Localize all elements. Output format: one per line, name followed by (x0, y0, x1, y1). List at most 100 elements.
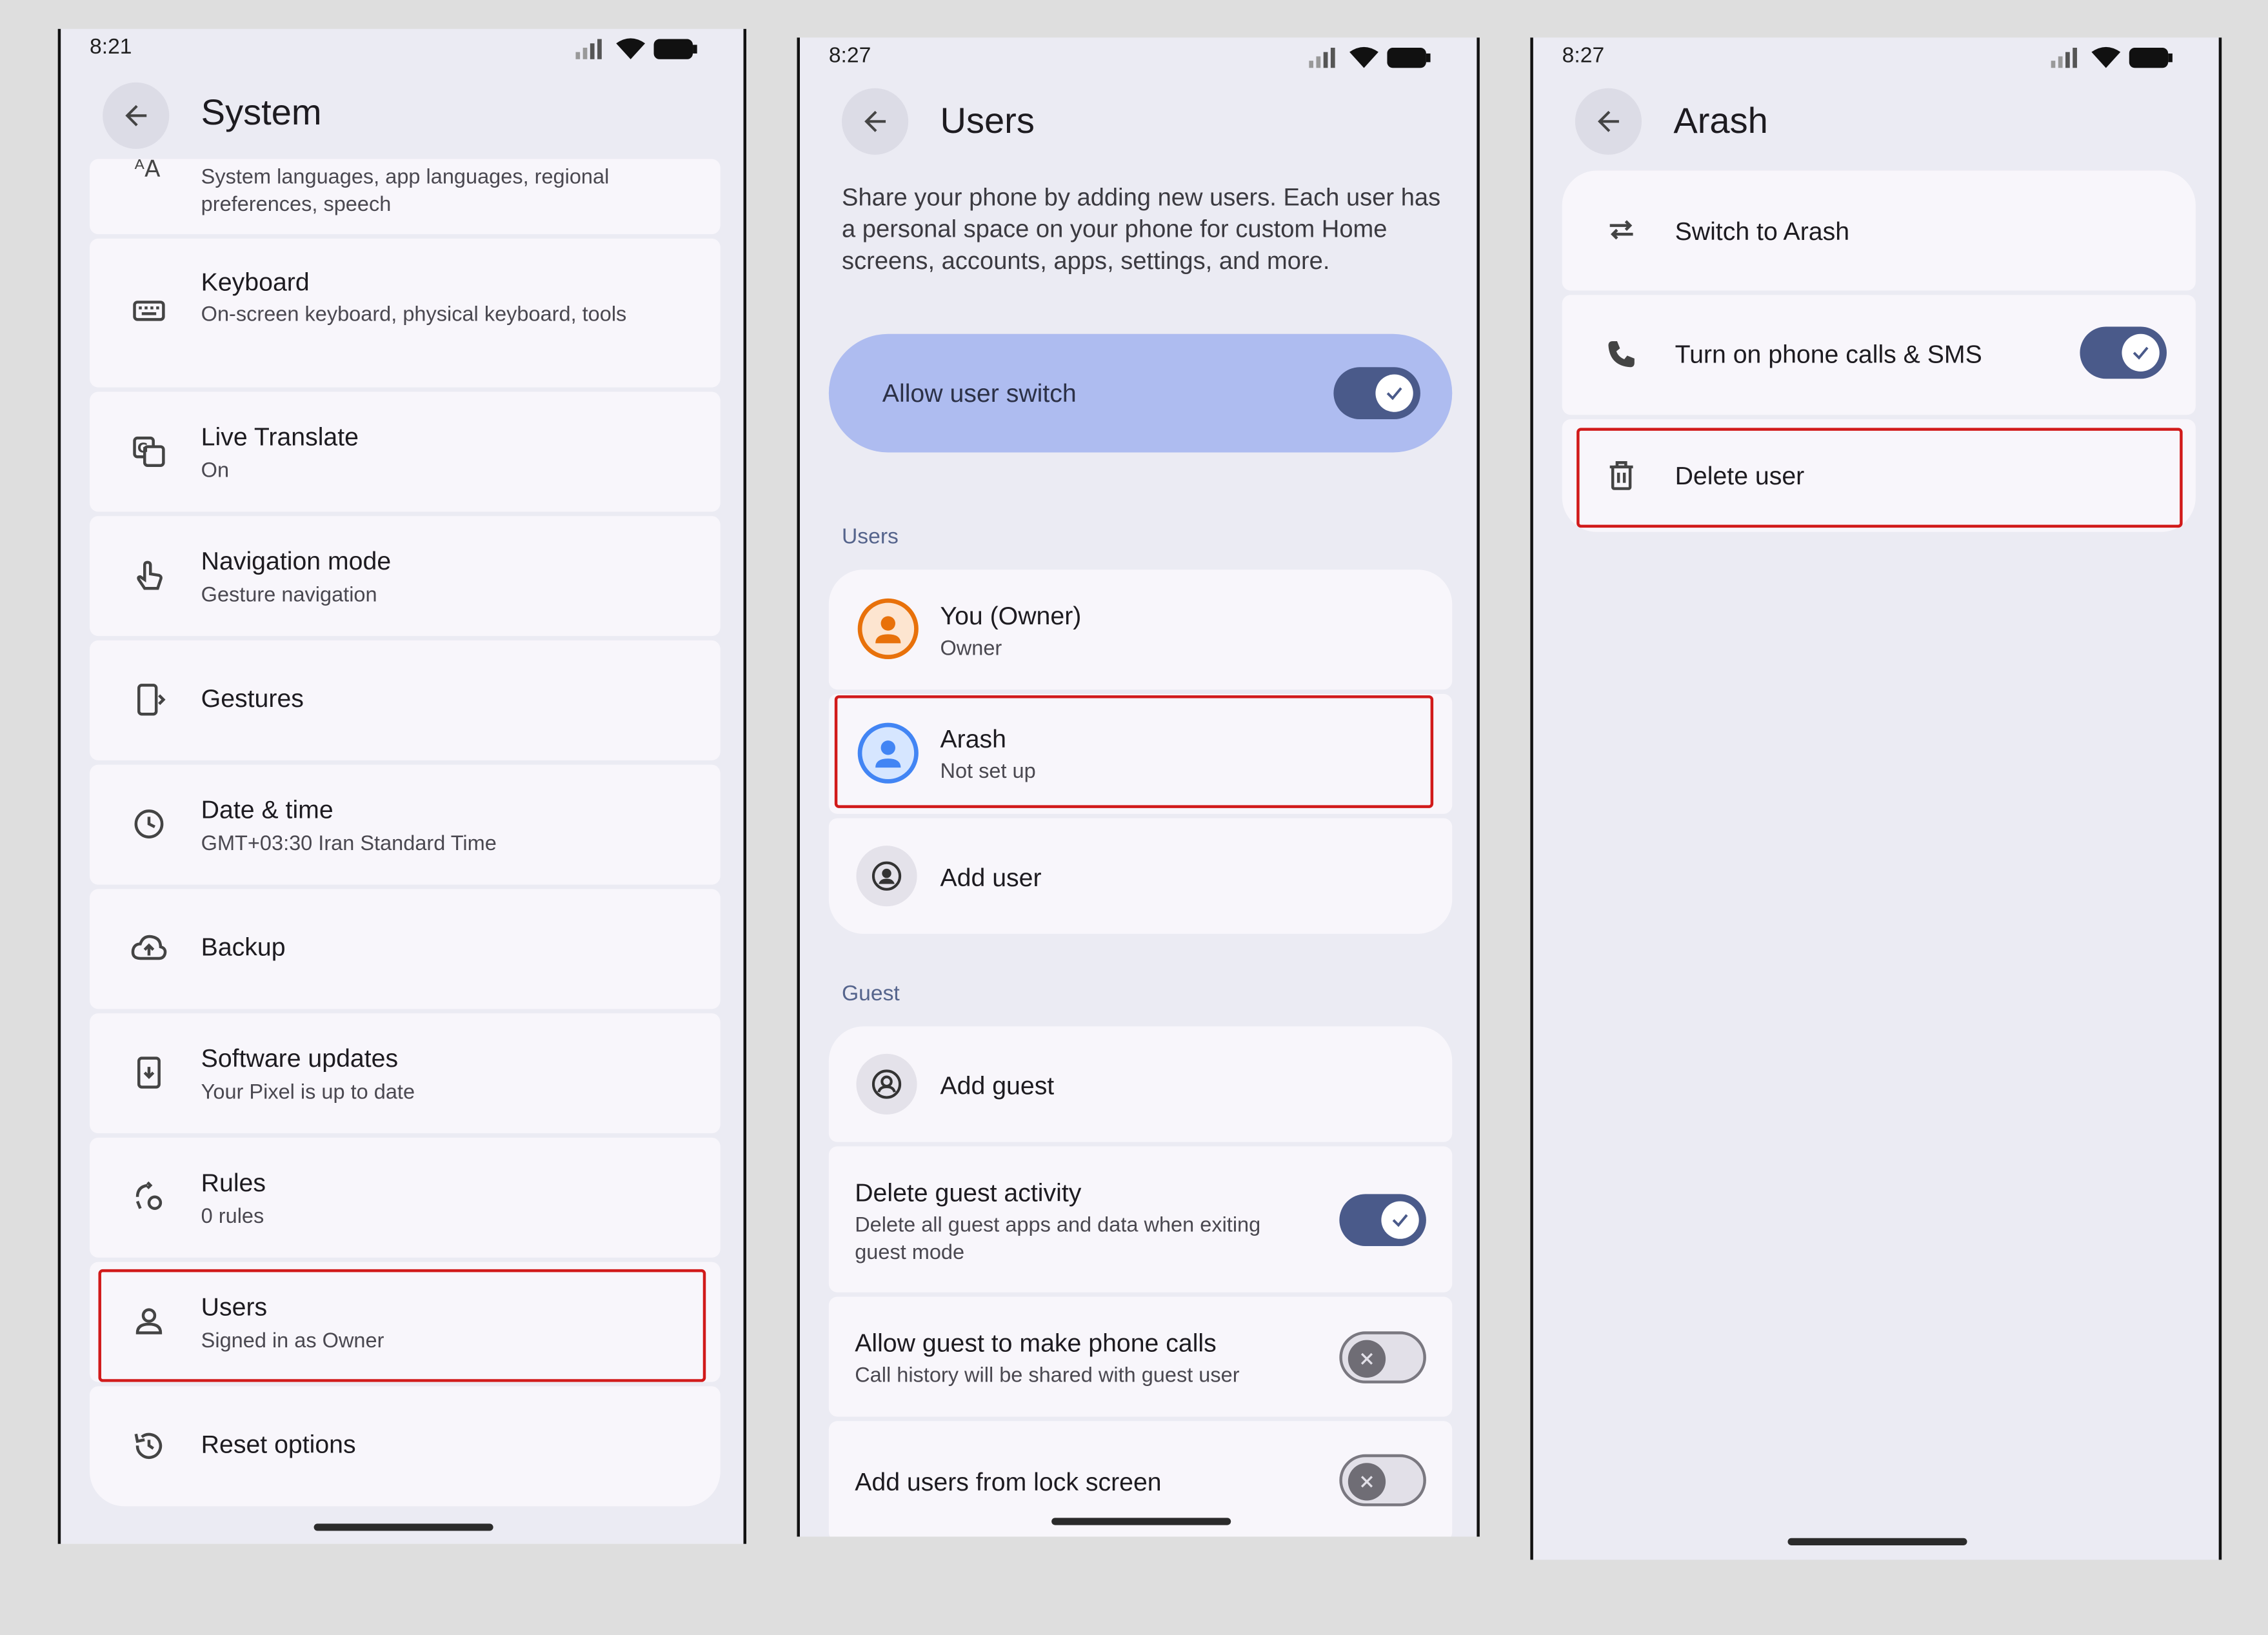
user-row-owner[interactable]: You (Owner) Owner (828, 570, 1453, 690)
settings-item-navigation-mode[interactable]: Navigation mode Gesture navigation (90, 516, 721, 637)
delete-guest-title: Delete guest activity (855, 1178, 1082, 1207)
guest-calls-subtitle: Call history will be shared with guest u… (855, 1364, 1240, 1388)
back-button[interactable] (1575, 88, 1642, 155)
guest-calls-toggle[interactable] (1339, 1331, 1426, 1383)
lock-screen-toggle[interactable] (1339, 1454, 1426, 1507)
status-bar: 8:21 (61, 29, 743, 72)
check-icon (1392, 1214, 1408, 1227)
settings-item-title: Gestures (201, 684, 304, 713)
status-icons (2051, 46, 2173, 70)
cloud-upload-icon (129, 928, 170, 969)
allow-user-switch-toggle[interactable] (1333, 367, 1420, 419)
toggle-knob (1348, 1340, 1386, 1378)
lock-screen-title: Add users from lock screen (855, 1467, 1162, 1496)
back-button[interactable] (842, 88, 909, 155)
switch-to-user-row[interactable]: Switch to Arash (1562, 170, 2196, 291)
comparison-panel: 8:21 System ᴬA System languages, app lan… (0, 0, 2268, 1635)
keyboard-icon (129, 291, 170, 332)
svg-text:G: G (137, 441, 148, 456)
settings-item-date-time[interactable]: Date & time GMT+03:30 Iran Standard Time (90, 764, 721, 885)
status-bar: 8:27 (1533, 37, 2219, 81)
settings-item-keyboard[interactable]: Keyboard On-screen keyboard, physical ke… (90, 238, 721, 388)
delete-guest-toggle[interactable] (1339, 1194, 1426, 1247)
settings-item-reset-options[interactable]: Reset options (90, 1386, 721, 1507)
battery-icon (653, 39, 697, 59)
language-icon: ᴬA (129, 148, 170, 188)
status-time: 8:21 (90, 34, 132, 59)
settings-item-backup[interactable]: Backup (90, 889, 721, 1009)
add-guest-label: Add guest (940, 1071, 1055, 1100)
settings-item-title: Keyboard (201, 267, 310, 297)
switch-to-label: Switch to Arash (1675, 217, 1850, 246)
owner-title: You (Owner) (940, 601, 1082, 631)
allow-user-switch-row[interactable]: Allow user switch (828, 333, 1453, 453)
wifi-icon (2091, 46, 2121, 68)
settings-item-title: Software updates (201, 1044, 399, 1073)
settings-item-software-updates[interactable]: Software updates Your Pixel is up to dat… (90, 1013, 721, 1134)
status-time: 8:27 (1562, 43, 1605, 68)
check-icon (2133, 346, 2149, 360)
settings-item-subtitle: On-screen keyboard, physical keyboard, t… (201, 303, 627, 327)
system-settings-screen: 8:21 System ᴬA System languages, app lan… (57, 28, 747, 1544)
settings-item-subtitle: Gesture navigation (201, 584, 377, 608)
phone-icon (1601, 334, 1642, 375)
phone-calls-toggle[interactable] (2080, 326, 2167, 379)
delete-guest-activity-row[interactable]: Delete guest activity Delete all guest a… (828, 1146, 1453, 1293)
guest-phone-calls-row[interactable]: Allow guest to make phone calls Call his… (828, 1296, 1453, 1417)
settings-item-subtitle: On (201, 459, 230, 483)
arrow-back-icon (125, 104, 147, 126)
phone-calls-sms-row[interactable]: Turn on phone calls & SMS (1562, 295, 2196, 415)
translate-icon: G (129, 431, 170, 471)
owner-avatar-icon (857, 598, 919, 660)
rules-icon (129, 1176, 170, 1217)
user-arash-screen: 8:27 Arash Switch to Arash Turn on phone… (1530, 37, 2222, 1560)
toggle-knob (2122, 333, 2160, 372)
swap-arrows-icon (1601, 210, 1642, 250)
settings-item-live-translate[interactable]: G Live Translate On (90, 391, 721, 512)
check-icon (1386, 387, 1402, 401)
highlight-arash-row (834, 695, 1434, 808)
add-user-icon (856, 846, 917, 907)
allow-user-switch-label: Allow user switch (882, 379, 1077, 408)
clock-icon (129, 804, 170, 844)
status-time: 8:27 (828, 43, 871, 68)
add-guest-row[interactable]: Add guest (828, 1026, 1453, 1142)
add-user-row[interactable]: Add user (828, 818, 1453, 934)
settings-item-subtitle: Your Pixel is up to date (201, 1081, 415, 1105)
back-button[interactable] (103, 82, 170, 149)
highlight-delete-user (1577, 428, 2183, 528)
users-description: Share your phone by adding new users. Ea… (842, 183, 1441, 275)
delete-guest-subtitle: Delete all guest apps and data when exit… (855, 1214, 1261, 1265)
toggle-knob (1375, 374, 1413, 412)
page-title: Arash (1673, 101, 1768, 142)
wifi-icon (616, 38, 646, 59)
settings-item-rules[interactable]: Rules 0 rules (90, 1137, 721, 1258)
wifi-icon (1349, 46, 1378, 68)
settings-item-title: Rules (201, 1167, 266, 1197)
phone-calls-label: Turn on phone calls & SMS (1675, 339, 1982, 369)
home-indicator[interactable] (1787, 1538, 1967, 1545)
settings-item-gestures[interactable]: Gestures (90, 640, 721, 760)
page-title: Users (940, 101, 1035, 142)
arrow-back-icon (1597, 110, 1619, 132)
home-indicator[interactable] (313, 1523, 493, 1531)
settings-item-title: Date & time (201, 795, 333, 824)
status-icons (575, 37, 697, 61)
users-screen: 8:27 Users Share your phone by adding ne… (797, 37, 1480, 1537)
signal-icon (2051, 47, 2077, 68)
status-icons (1309, 46, 1431, 70)
phone-gesture-icon (129, 679, 170, 720)
guest-section-header: Guest (842, 981, 900, 1006)
settings-item-title: Live Translate (201, 422, 359, 451)
history-icon (129, 1425, 170, 1466)
toggle-knob (1348, 1463, 1386, 1501)
settings-item-subtitle: 0 rules (201, 1205, 264, 1229)
settings-item-title: Backup (201, 932, 286, 962)
system-update-icon (129, 1053, 170, 1093)
highlight-users-item (98, 1269, 706, 1382)
arrow-back-icon (864, 110, 886, 132)
toggle-knob (1381, 1201, 1419, 1239)
users-section-header: Users (842, 524, 899, 550)
home-indicator[interactable] (1051, 1518, 1231, 1525)
settings-item-languages[interactable]: ᴬA System languages, app languages, regi… (90, 155, 721, 235)
